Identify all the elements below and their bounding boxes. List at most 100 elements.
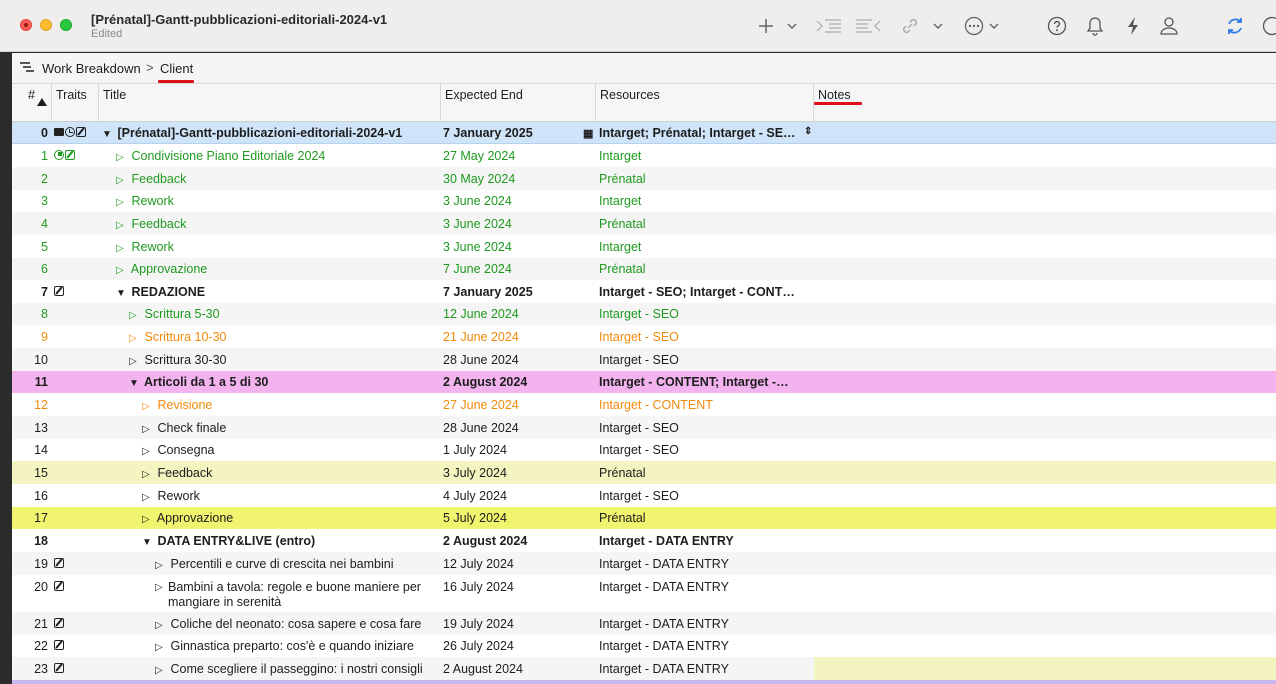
- chevron-down-icon[interactable]: [987, 14, 1001, 38]
- table-row[interactable]: 20 ▷ Bambini a tavola: regole e buone ma…: [12, 575, 1276, 612]
- row-resources[interactable]: Prénatal: [599, 466, 809, 480]
- disclosure-closed-icon[interactable]: ▷: [116, 173, 128, 188]
- disclosure-closed-icon[interactable]: ▷: [155, 558, 167, 573]
- calendar-icon[interactable]: ▦: [583, 127, 593, 140]
- column-header-expected-end[interactable]: Expected End: [441, 84, 596, 122]
- link-icon[interactable]: [900, 14, 920, 38]
- table-row[interactable]: 2 ▷ Feedback 30 May 2024 Prénatal: [12, 167, 1276, 190]
- stepper-icon[interactable]: ⇕: [804, 126, 812, 137]
- row-expected-end[interactable]: 12 June 2024: [443, 307, 593, 321]
- row-expected-end[interactable]: 3 June 2024: [443, 217, 593, 231]
- lightning-icon[interactable]: [1124, 14, 1142, 38]
- row-expected-end[interactable]: 2 August 2024: [443, 662, 593, 676]
- column-header-notes[interactable]: Notes: [814, 84, 1276, 122]
- column-header-resources[interactable]: Resources: [596, 84, 814, 122]
- disclosure-closed-icon[interactable]: ▷: [129, 331, 141, 346]
- row-expected-end[interactable]: 7 January 2025: [443, 285, 593, 299]
- table-row[interactable]: 22 ▷ Ginnastica preparto: cos'è e quando…: [12, 635, 1276, 657]
- row-resources[interactable]: Intarget: [599, 149, 809, 163]
- table-row[interactable]: 13 ▷ Check finale 28 June 2024 Intarget …: [12, 416, 1276, 439]
- table-row[interactable]: 1 ▷ Condivisione Piano Editoriale 2024 2…: [12, 144, 1276, 167]
- row-resources[interactable]: Intarget - SEO: [599, 489, 809, 503]
- table-row[interactable]: 12 ▷ Revisione 27 June 2024 Intarget - C…: [12, 393, 1276, 416]
- table-row[interactable]: 5 ▷ Rework 3 June 2024 Intarget: [12, 235, 1276, 258]
- breadcrumb-work-breakdown[interactable]: Work Breakdown: [42, 61, 141, 76]
- row-resources[interactable]: Intarget - SEO: [599, 307, 809, 321]
- row-expected-end[interactable]: 27 May 2024: [443, 149, 593, 163]
- row-resources[interactable]: Prénatal: [599, 217, 809, 231]
- disclosure-closed-icon[interactable]: ▷: [155, 640, 167, 655]
- table-row[interactable]: 18 ▼ DATA ENTRY&LIVE (entro) 2 August 20…: [12, 529, 1276, 552]
- column-header-title[interactable]: Title: [99, 84, 441, 122]
- row-resources[interactable]: Intarget - SEO: [599, 330, 809, 344]
- plus-icon[interactable]: [756, 14, 776, 38]
- disclosure-open-icon[interactable]: ▼: [129, 376, 141, 391]
- disclosure-closed-icon[interactable]: ▷: [155, 663, 167, 678]
- disclosure-closed-icon[interactable]: ▷: [129, 308, 141, 323]
- disclosure-closed-icon[interactable]: ▷: [142, 422, 154, 437]
- row-expected-end[interactable]: 4 July 2024: [443, 489, 593, 503]
- row-resources[interactable]: Intarget - DATA ENTRY: [599, 662, 809, 676]
- row-resources[interactable]: Intarget: [599, 194, 809, 208]
- row-resources[interactable]: Intarget - SEO: [599, 421, 809, 435]
- table-row[interactable]: 15 ▷ Feedback 3 July 2024 Prénatal: [12, 461, 1276, 484]
- column-header-traits[interactable]: Traits: [52, 84, 99, 122]
- table-row[interactable]: 14 ▷ Consegna 1 July 2024 Intarget - SEO: [12, 439, 1276, 461]
- table-row[interactable]: 7 ▼ REDAZIONE 7 January 2025 Intarget - …: [12, 280, 1276, 303]
- disclosure-closed-icon[interactable]: ▷: [142, 467, 154, 482]
- disclosure-closed-icon[interactable]: ▷: [116, 218, 128, 233]
- sync-icon[interactable]: [1224, 14, 1246, 38]
- table-row[interactable]: 6 ▷ Approvazione 7 June 2024 Prénatal: [12, 258, 1276, 280]
- disclosure-closed-icon[interactable]: ▷: [142, 512, 154, 527]
- row-resources[interactable]: Intarget - SEO: [599, 353, 809, 367]
- row-resources[interactable]: Intarget - DATA ENTRY: [599, 639, 809, 653]
- minimize-button[interactable]: [40, 19, 52, 31]
- table-row[interactable]: [12, 680, 1276, 684]
- table-row[interactable]: 9 ▷ Scrittura 10-30 21 June 2024 Intarge…: [12, 325, 1276, 348]
- close-button[interactable]: [20, 19, 32, 31]
- more-icon[interactable]: [963, 14, 985, 38]
- row-expected-end[interactable]: 21 June 2024: [443, 330, 593, 344]
- disclosure-closed-icon[interactable]: ▷: [142, 399, 154, 414]
- indent-icon[interactable]: [815, 14, 843, 38]
- table-row[interactable]: 21 ▷ Coliche del neonato: cosa sapere e …: [12, 612, 1276, 635]
- row-resources[interactable]: Intarget - DATA ENTRY: [599, 580, 809, 594]
- row-expected-end[interactable]: 2 August 2024: [443, 534, 593, 548]
- bell-icon[interactable]: [1085, 14, 1105, 38]
- table-row[interactable]: 4 ▷ Feedback 3 June 2024 Prénatal: [12, 212, 1276, 235]
- disclosure-open-icon[interactable]: ▼: [142, 535, 154, 550]
- globe-icon[interactable]: [1262, 14, 1276, 38]
- disclosure-closed-icon[interactable]: ▷: [142, 444, 154, 459]
- row-resources[interactable]: Intarget - CONTENT; Intarget -…: [599, 375, 809, 389]
- disclosure-closed-icon[interactable]: ▷: [116, 150, 128, 165]
- row-expected-end[interactable]: 3 July 2024: [443, 466, 593, 480]
- table-row[interactable]: 3 ▷ Rework 3 June 2024 Intarget: [12, 190, 1276, 212]
- row-expected-end[interactable]: 1 July 2024: [443, 443, 593, 457]
- breadcrumb-client[interactable]: Client: [160, 61, 193, 76]
- row-resources[interactable]: Intarget; Prénatal; Intarget - SE…: [599, 126, 809, 140]
- disclosure-closed-icon[interactable]: ▷: [129, 354, 141, 369]
- row-expected-end[interactable]: 3 June 2024: [443, 240, 593, 254]
- row-expected-end[interactable]: 7 January 2025: [443, 126, 593, 140]
- row-expected-end[interactable]: 19 July 2024: [443, 617, 593, 631]
- disclosure-closed-icon[interactable]: ▷: [116, 263, 128, 278]
- row-expected-end[interactable]: 3 June 2024: [443, 194, 593, 208]
- row-expected-end[interactable]: 16 July 2024: [443, 580, 593, 594]
- person-icon[interactable]: [1158, 14, 1180, 38]
- column-header-number[interactable]: #: [12, 84, 52, 122]
- row-resources[interactable]: Intarget - DATA ENTRY: [599, 534, 809, 548]
- work-breakdown-icon[interactable]: [19, 61, 35, 78]
- row-expected-end[interactable]: 12 July 2024: [443, 557, 593, 571]
- disclosure-closed-icon[interactable]: ▷: [155, 618, 167, 633]
- row-resources[interactable]: Intarget - DATA ENTRY: [599, 557, 809, 571]
- row-resources[interactable]: Intarget: [599, 240, 809, 254]
- row-resources[interactable]: Intarget - SEO: [599, 443, 809, 457]
- row-resources[interactable]: Prénatal: [599, 172, 809, 186]
- row-expected-end[interactable]: 2 August 2024: [443, 375, 593, 389]
- zoom-button[interactable]: [60, 19, 72, 31]
- row-expected-end[interactable]: 7 June 2024: [443, 262, 593, 276]
- row-expected-end[interactable]: 30 May 2024: [443, 172, 593, 186]
- row-resources[interactable]: Prénatal: [599, 262, 809, 276]
- table-row[interactable]: 16 ▷ Rework 4 July 2024 Intarget - SEO: [12, 484, 1276, 507]
- disclosure-closed-icon[interactable]: ▷: [116, 241, 128, 256]
